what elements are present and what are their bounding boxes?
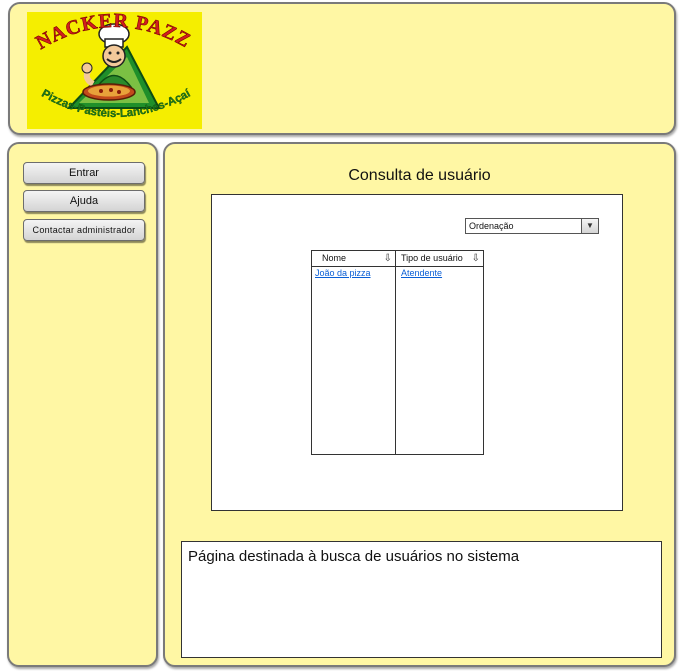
logo: SNACKER PAZZA Pizzas-Pastéis-Lanches-Aça… [27, 12, 202, 129]
chef-pizza-logo-icon: SNACKER PAZZA Pizzas-Pastéis-Lanches-Aça… [27, 12, 202, 129]
users-table: Nome ⇩ João da pizza Tipo de usuário ⇩ A… [311, 250, 484, 455]
table-column-name: Nome ⇩ João da pizza [312, 251, 396, 454]
page-title: Consulta de usuário [348, 167, 491, 184]
column-header-type[interactable]: Tipo de usuário ⇩ [396, 251, 483, 267]
sort-down-icon[interactable]: ⇩ [472, 251, 480, 266]
enter-button[interactable]: Entrar [23, 162, 145, 184]
column-header-label: Nome [322, 253, 347, 263]
table-cell-type[interactable]: Atendente [396, 268, 483, 279]
sort-down-icon[interactable]: ⇩ [384, 251, 392, 266]
sidebar: Entrar Ajuda Contactar administrador [7, 142, 158, 667]
sort-select[interactable]: Ordenação ▼ [465, 218, 599, 234]
table-cell-name[interactable]: João da pizza [312, 268, 395, 279]
main-panel: Consulta de usuário Ordenação ▼ Nome ⇩ J… [163, 142, 676, 667]
sort-select-value: Ordenação [469, 221, 514, 231]
chevron-down-icon[interactable]: ▼ [581, 219, 598, 233]
header-panel: SNACKER PAZZA Pizzas-Pastéis-Lanches-Aça… [8, 2, 676, 135]
results-container: Ordenação ▼ Nome ⇩ João da pizza Tipo de… [211, 194, 623, 511]
page-description: Página destinada à busca de usuários no … [181, 541, 662, 658]
help-button[interactable]: Ajuda [23, 190, 145, 212]
column-header-label: Tipo de usuário [401, 253, 463, 263]
table-column-type: Tipo de usuário ⇩ Atendente [396, 251, 483, 454]
contact-admin-button[interactable]: Contactar administrador [23, 219, 145, 241]
column-header-name[interactable]: Nome ⇩ [312, 251, 395, 267]
